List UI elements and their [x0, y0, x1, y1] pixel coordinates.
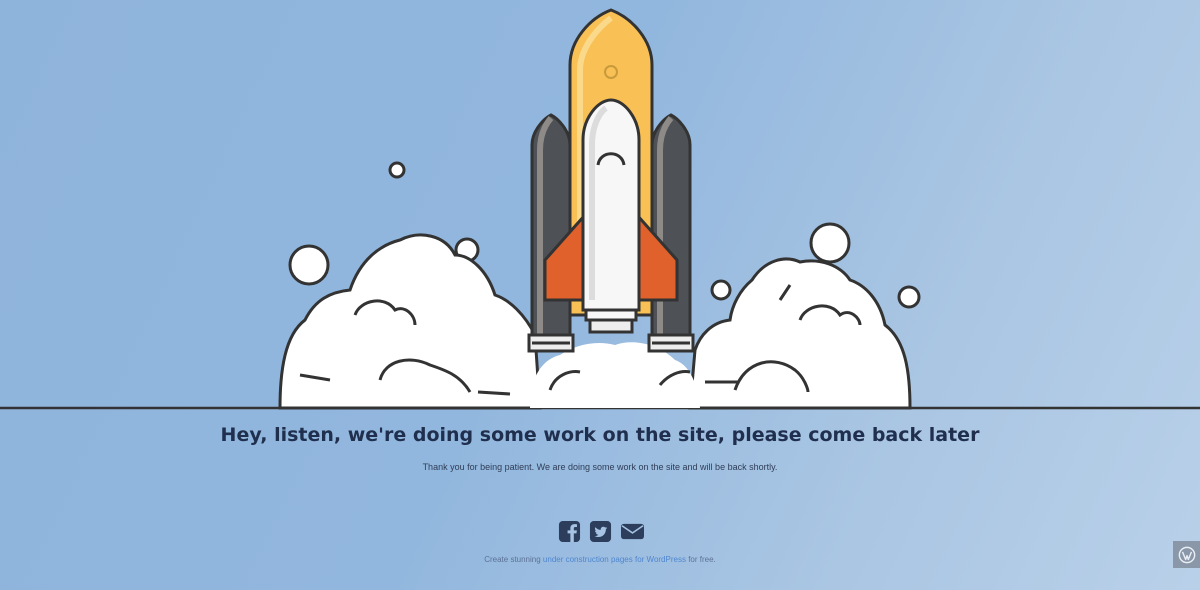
footer-credit: Create stunning under construction pages…: [0, 555, 1200, 564]
footer-prefix: Create stunning: [484, 555, 541, 564]
footer-link[interactable]: under construction pages for WordPress: [543, 555, 686, 564]
page-headline: Hey, listen, we're doing some work on th…: [220, 424, 980, 446]
left-booster: [527, 113, 575, 353]
right-booster: [647, 113, 695, 353]
facebook-icon[interactable]: [558, 520, 581, 543]
rocket-launch-illustration: [0, 8, 1200, 410]
page-subtext: Thank you for being patient. We are doin…: [422, 462, 778, 472]
email-icon[interactable]: [620, 520, 644, 543]
footer-suffix: for free.: [688, 555, 716, 564]
orbiter: [581, 98, 641, 334]
twitter-icon[interactable]: [589, 520, 612, 543]
wordpress-icon[interactable]: [1173, 541, 1200, 568]
social-links: [0, 520, 1200, 543]
